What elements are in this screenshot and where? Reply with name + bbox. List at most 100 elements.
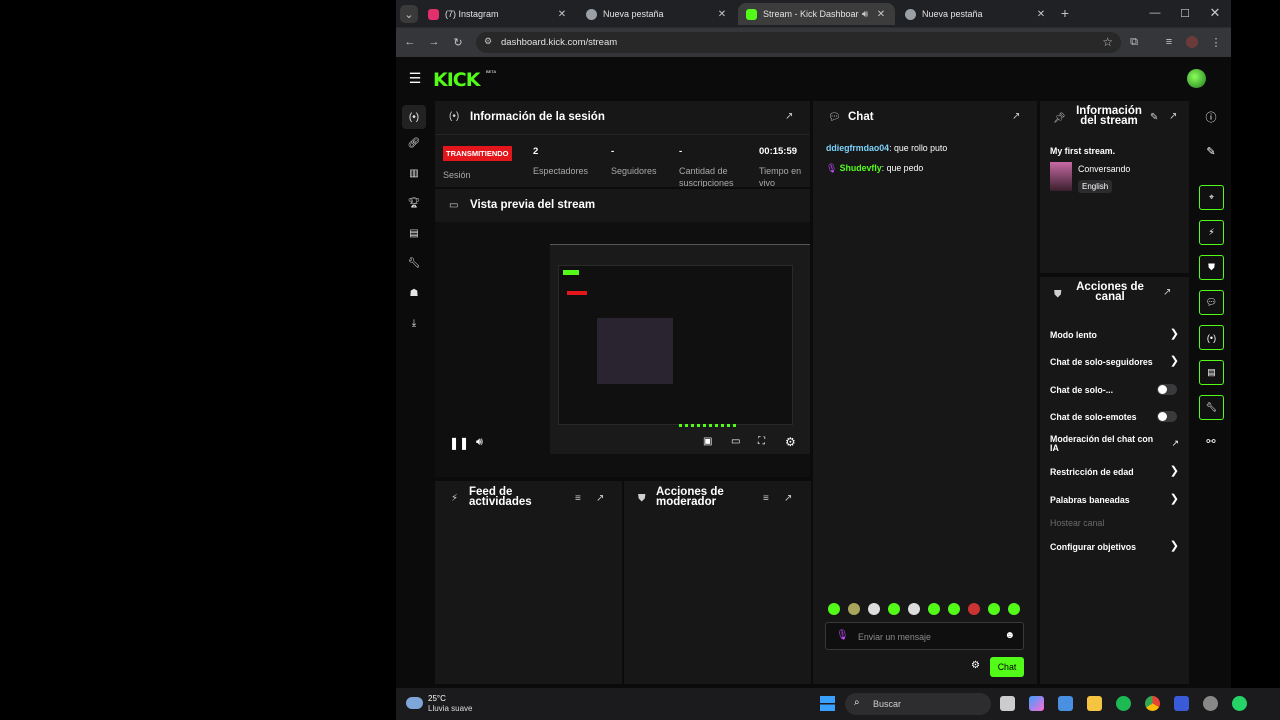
panel-toggle-chat[interactable]: 💬︎ [1199,290,1224,315]
popout-icon[interactable]: ↗ [596,493,604,504]
tab-new-2[interactable]: Nueva pestaña ✕ [897,3,1055,25]
popout-icon[interactable]: ↗ [1012,111,1020,122]
volume-icon[interactable]: 🔊︎ [476,436,483,449]
payout-icon[interactable]: ⤓ [406,315,422,331]
app-icon[interactable] [1174,696,1189,711]
category-name[interactable]: Conversando [1078,164,1130,174]
filter-icon[interactable]: ≡ [763,493,769,504]
panel-toggle-mod[interactable]: ⛊ [1199,255,1224,280]
emote-icon[interactable] [848,603,860,615]
emote-icon[interactable] [1008,603,1020,615]
bookmark-star-icon[interactable]: ☆ [1102,35,1113,49]
copilot-icon[interactable] [1029,696,1044,711]
theater-icon[interactable]: ▭ [731,436,740,447]
site-info-icon[interactable]: ⚙ [484,36,492,47]
reload-icon[interactable]: ↻ [450,34,466,50]
link-icon[interactable]: 🔗︎ [406,135,422,151]
popout-icon[interactable]: ↗ [1169,111,1177,122]
minimize-icon[interactable]: — [1145,4,1165,22]
popout-icon[interactable]: ↗ [1163,287,1171,298]
hamburger-menu-icon[interactable]: ☰ [407,70,423,86]
stream-broadcast-icon[interactable]: (•) [402,105,426,129]
bolt-icon: ⚡︎ [451,493,459,504]
tab-instagram[interactable]: (7) Instagram ✕ [420,3,576,25]
emote-icon[interactable] [968,603,980,615]
trophy-icon[interactable]: 🏆︎ [406,195,422,211]
emote-icon[interactable] [888,603,900,615]
panel-toggle-tools[interactable]: 🔧︎ [1199,395,1224,420]
weather-icon[interactable] [406,697,423,709]
profile-avatar[interactable] [1186,36,1198,48]
chat-message: 🎙︎ Shudevfly: que pedo [826,163,924,173]
speaker-icon[interactable]: 🔊︎ [859,9,871,20]
extensions-icon[interactable]: ⧉ [1126,34,1142,50]
close-icon[interactable]: ✕ [556,9,568,20]
whatsapp-icon[interactable] [1232,696,1247,711]
emote-icon[interactable] [988,603,1000,615]
chrome-taskbar-icon[interactable] [1145,696,1160,711]
pause-icon[interactable]: ❚❚ [449,436,469,450]
settings-gear-icon[interactable]: ⚙ [785,435,796,449]
toggle-switch[interactable] [1157,411,1177,422]
back-icon[interactable]: ← [402,34,418,50]
windows-start-icon[interactable] [820,696,835,711]
emoji-icon[interactable]: ☻ [1004,630,1015,641]
chat-settings-icon[interactable]: ⚙ [971,660,980,671]
maximize-icon[interactable]: ☐ [1175,4,1195,22]
taskbar-search[interactable]: ⌕ Buscar [845,693,991,715]
pencil-icon[interactable]: ✎ [1150,112,1158,123]
chat-input[interactable]: 🎙︎ Enviar un mensaje ☻ [825,622,1024,650]
video-icon[interactable]: ▤ [406,225,422,241]
shield-icon: ⛊ [1054,289,1062,300]
forward-icon[interactable]: → [426,34,442,50]
wrench-icon[interactable]: 🔧︎ [406,255,422,271]
tab-new-1[interactable]: Nueva pestaña ✕ [578,3,736,25]
pip-icon[interactable]: ▣ [703,436,712,447]
emote-icon[interactable] [928,603,940,615]
url-field[interactable]: ⚙ dashboard.kick.com/stream ☆ [476,32,1121,53]
store-icon[interactable] [1058,696,1073,711]
task-view-icon[interactable] [1000,696,1015,711]
emote-icon[interactable] [908,603,920,615]
community-icon[interactable]: ☗ [406,285,422,301]
panel-toggle-activity[interactable]: ⚡︎ [1199,220,1224,245]
close-icon[interactable]: ✕ [875,9,887,20]
broadcast-icon: (•) [449,111,460,122]
panel-toggle-layout[interactable]: ▤ [1199,360,1224,385]
spotify-icon[interactable] [1116,696,1131,711]
close-icon[interactable]: ✕ [1035,9,1047,20]
window-close-icon[interactable]: ✕ [1205,4,1225,22]
fullscreen-icon[interactable]: ⛶ [758,436,765,447]
analytics-icon[interactable]: ▥ [406,165,422,181]
beta-label: BETA [486,69,497,74]
left-sidebar: (•) 🔗︎ ▥ 🏆︎ ▤ 🔧︎ ☗ ⤓ [396,100,433,688]
info-icon[interactable]: ⓘ [1203,109,1219,125]
popout-icon[interactable]: ↗ [785,111,793,122]
mini-emotes [679,424,739,427]
settings-icon[interactable] [1203,696,1218,711]
user-avatar[interactable] [1187,69,1206,88]
kick-logo[interactable]: KICK [433,69,480,91]
preview-video[interactable] [550,244,810,454]
tab-bar: ⌄ (7) Instagram ✕ Nueva pestaña ✕ Stream… [396,0,1231,28]
tab-kick-dashboard[interactable]: Stream - Kick Dashboard 🔊︎ ✕ [738,3,895,25]
chat-send-button[interactable]: Chat [990,657,1024,677]
new-tab-button[interactable]: + [1057,5,1073,21]
media-icon[interactable]: ≡ [1161,34,1177,50]
pin-icon: 📌︎ [1053,113,1066,124]
close-icon[interactable]: ✕ [716,9,728,20]
panel-toggle-broadcast[interactable]: (•) [1199,325,1224,350]
emote-icon[interactable] [948,603,960,615]
popout-icon[interactable]: ↗ [784,493,792,504]
emote-icon[interactable] [868,603,880,615]
filter-icon[interactable]: ≡ [575,493,581,504]
share-icon[interactable]: ⚯ [1203,433,1219,449]
pencil-icon[interactable]: ✎ [1203,143,1219,159]
panel-toggle-focus[interactable]: ⌖ [1199,185,1224,210]
emote-icon[interactable] [828,603,840,615]
menu-icon[interactable]: ⋮ [1208,34,1224,50]
explorer-icon[interactable] [1087,696,1102,711]
tab-search-icon[interactable]: ⌄ [400,5,418,23]
toggle-switch[interactable] [1157,384,1177,395]
chrome-icon [905,8,916,20]
